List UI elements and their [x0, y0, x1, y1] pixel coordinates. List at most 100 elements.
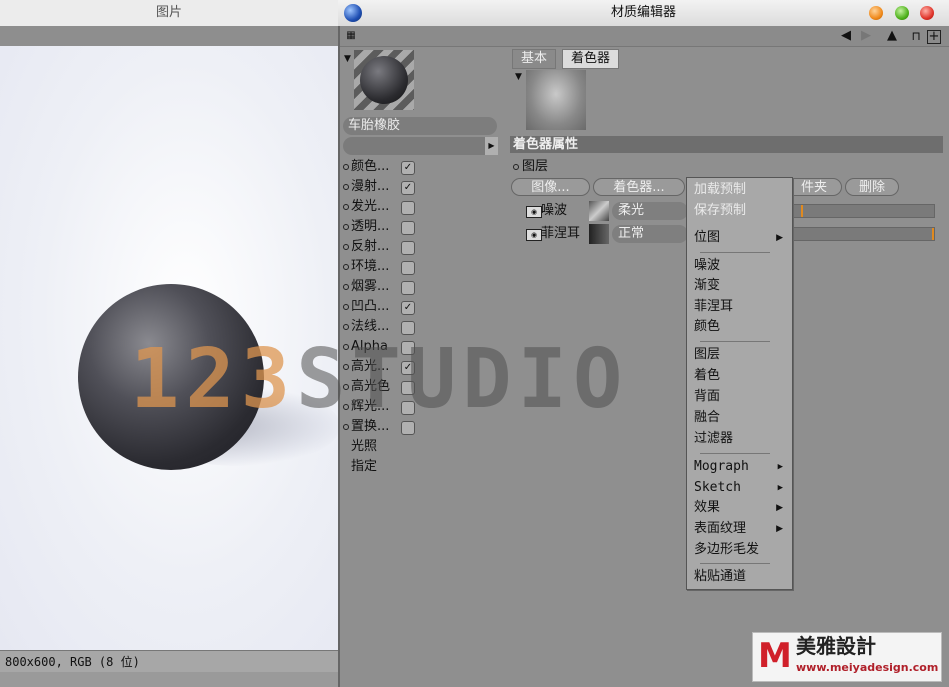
channel-label: 漫射... — [351, 179, 390, 194]
preview-dropdown-icon[interactable]: ▼ — [344, 54, 351, 64]
menu-item-label: 保存预制 — [694, 203, 747, 218]
viewer-toolbar — [0, 26, 338, 46]
menu-separator — [700, 252, 770, 253]
maximize-button[interactable] — [895, 6, 909, 20]
layer-blend-mode[interactable]: 柔光 — [612, 202, 688, 220]
slider-marker — [801, 205, 803, 217]
menu-item[interactable]: 噪波 — [694, 256, 789, 276]
new-window-icon[interactable]: + — [927, 30, 941, 44]
grip-icon[interactable]: ▦ — [343, 28, 359, 44]
app-logo-icon — [344, 4, 362, 22]
menu-item-label: 颜色 — [694, 319, 721, 334]
layer-thumb-fresnel — [589, 224, 609, 244]
menu-separator — [700, 453, 770, 454]
shader-button[interactable]: 着色器... — [593, 178, 685, 196]
logo-mark-icon: M — [758, 636, 792, 676]
channel-checkbox[interactable] — [401, 281, 415, 295]
checkmark-icon: ✓ — [403, 302, 413, 313]
submenu-arrow-icon: ▶ — [776, 524, 783, 534]
menu-item-label: 渐变 — [694, 278, 721, 293]
channel-bullet-icon — [343, 183, 349, 190]
menu-item[interactable]: 位图 ▶ — [694, 228, 789, 248]
menu-item[interactable]: Mograph ▶ — [694, 457, 789, 477]
menu-item[interactable]: Sketch ▶ — [694, 478, 789, 498]
shader-properties-header: 着色器属性 — [510, 136, 943, 153]
submenu-arrow-icon: ▶ — [776, 503, 783, 513]
watermark: 123STUDIO — [130, 332, 629, 427]
tab-basic[interactable]: 基本 — [512, 49, 557, 69]
channel-label: 发光... — [351, 199, 390, 214]
channel-assign[interactable]: 指定 — [351, 457, 377, 477]
menu-item[interactable]: 过滤器 — [694, 429, 789, 449]
menu-item[interactable]: 粘贴通道 — [694, 567, 789, 587]
material-combo[interactable] — [343, 137, 498, 155]
minimize-button[interactable] — [869, 6, 883, 20]
layer-opacity-slider[interactable] — [792, 204, 935, 218]
menu-separator — [700, 563, 770, 564]
channel-checkbox[interactable] — [401, 201, 415, 215]
channel-checkbox[interactable] — [401, 261, 415, 275]
menu-item-label: Sketch — [694, 480, 741, 495]
combo-arrow-icon[interactable]: ▶ — [485, 137, 498, 155]
tab-shader[interactable]: 着色器 — [562, 49, 620, 69]
delete-button[interactable]: 删除 — [845, 178, 899, 196]
menu-item-label: 表面纹理 — [694, 521, 747, 536]
menu-item[interactable]: 多边形毛发 — [694, 540, 789, 560]
checkmark-icon: ✓ — [403, 182, 413, 193]
material-name-field[interactable]: 车胎橡胶 — [343, 117, 497, 135]
menu-item-label: 加载预制 — [694, 182, 747, 197]
channel-checkbox[interactable]: ✓ — [401, 301, 415, 315]
image-button[interactable]: 图像... — [511, 178, 590, 196]
menu-item-label: 粘贴通道 — [694, 569, 747, 584]
channel-bullet-icon — [343, 203, 349, 210]
forward-arrow-icon[interactable]: ▶ — [858, 28, 874, 44]
material-preview-ball — [360, 56, 408, 104]
layer-thumb-noise — [589, 201, 609, 221]
menu-item-label: 过滤器 — [694, 431, 734, 446]
channel-checkbox[interactable]: ✓ — [401, 181, 415, 195]
submenu-arrow-icon: ▶ — [776, 233, 783, 243]
layer-opacity-slider[interactable] — [792, 227, 935, 241]
up-arrow-icon[interactable]: ▲ — [884, 28, 900, 44]
layer-name-noise[interactable]: 噪波 — [541, 202, 567, 220]
menu-item-label: 多边形毛发 — [694, 542, 760, 557]
back-arrow-icon[interactable]: ◀ — [838, 28, 854, 44]
channel-label: 颜色... — [351, 159, 390, 174]
close-button[interactable] — [920, 6, 934, 20]
channel-checkbox[interactable] — [401, 241, 415, 255]
layer-heading: 图层 — [513, 158, 548, 176]
menu-item-label: 效果 — [694, 500, 721, 515]
menu-item-label: 菲涅耳 — [694, 299, 734, 314]
shader-dropdown-icon[interactable]: ▼ — [515, 72, 522, 82]
layer-visibility-icon[interactable]: ◉ — [526, 206, 542, 218]
menu-item[interactable]: 菲涅耳 — [694, 297, 789, 317]
menu-item[interactable]: 保存预制 — [694, 201, 789, 221]
menu-item-label: Mograph — [694, 459, 749, 474]
channel-bullet-icon — [343, 243, 349, 250]
logo-title: 美雅設計 — [796, 634, 876, 658]
channel-illumination[interactable]: 光照 — [351, 437, 377, 457]
layer-blend-mode[interactable]: 正常 — [612, 225, 688, 243]
menu-item[interactable]: 加载预制 — [694, 180, 789, 200]
channel-bullet-icon — [343, 323, 349, 330]
viewer-footer — [0, 672, 338, 687]
submenu-arrow-icon: ▶ — [777, 462, 783, 472]
menu-item-label: 位图 — [694, 230, 721, 245]
checkmark-icon: ✓ — [403, 162, 413, 173]
menu-item[interactable]: 颜色 — [694, 317, 789, 337]
lock-icon[interactable]: ⊓ — [908, 28, 924, 44]
channel-bullet-icon — [343, 223, 349, 230]
channel-label: 反射... — [351, 239, 390, 254]
channel-checkbox[interactable]: ✓ — [401, 161, 415, 175]
layer-visibility-icon[interactable]: ◉ — [526, 229, 542, 241]
menu-item[interactable]: 表面纹理 ▶ — [694, 519, 789, 539]
menu-item[interactable]: 渐变 — [694, 276, 789, 296]
channel-label: 烟雾... — [351, 279, 390, 294]
channel-label: 凹凸... — [351, 299, 390, 314]
channel-label: 透明... — [351, 219, 390, 234]
channel-checkbox[interactable] — [401, 221, 415, 235]
channel-bullet-icon — [343, 303, 349, 310]
menu-item[interactable]: 效果 ▶ — [694, 498, 789, 518]
menu-item-label: 噪波 — [694, 258, 721, 273]
layer-name-fresnel[interactable]: 菲涅耳 — [541, 225, 580, 243]
